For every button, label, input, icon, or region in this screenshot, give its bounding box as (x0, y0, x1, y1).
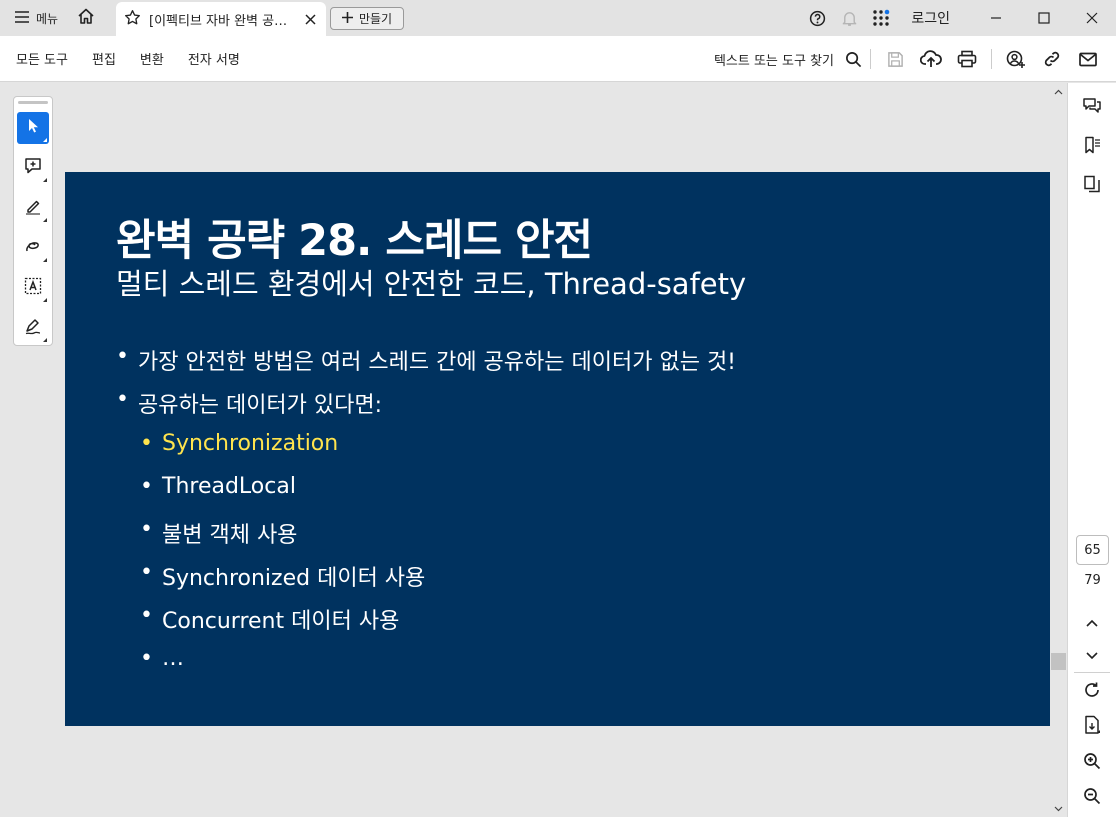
previous-page-button[interactable] (1074, 605, 1110, 637)
scroll-down-arrow-icon[interactable] (1050, 800, 1067, 817)
quick-tools-palette (13, 96, 53, 346)
tab-title: [이펙티브 자바 완벽 공략] 2부... (149, 13, 294, 29)
select-tool-button[interactable] (17, 112, 49, 144)
freehand-draw-icon (24, 237, 42, 259)
title-bar: 메뉴 [이펙티브 자바 완벽 공략] 2부... 만들기 (0, 0, 1116, 36)
zoom-in-icon (1083, 752, 1101, 774)
pen-sign-icon (24, 317, 42, 339)
sign-tool-button[interactable] (17, 312, 49, 344)
menu-button[interactable]: 메뉴 (0, 0, 68, 36)
search-icon[interactable] (842, 36, 864, 82)
notification-bell-icon[interactable] (833, 0, 865, 36)
bookmarks-panel-button[interactable] (1074, 131, 1110, 163)
highlighter-pen-icon (24, 197, 42, 219)
file-export-icon (1083, 715, 1101, 739)
document-scrollbar[interactable] (1050, 83, 1067, 817)
menu-convert[interactable]: 변환 (128, 49, 176, 68)
slide-title: 완벽 공략 28. 스레드 안전 (116, 216, 593, 266)
zoom-out-icon (1083, 787, 1101, 809)
rail-divider (1074, 672, 1110, 673)
create-button[interactable]: 만들기 (330, 7, 404, 30)
share-user-icon[interactable] (998, 36, 1034, 82)
copy-pages-icon (1083, 175, 1101, 197)
pages-panel-button[interactable] (1074, 170, 1110, 202)
slide-subtitle: 멀티 스레드 환경에서 안전한 코드, Thread-safety (116, 267, 747, 301)
bullet-subitem-highlighted: Synchronization (140, 431, 338, 456)
minimize-icon[interactable] (972, 0, 1020, 36)
menu-e-sign[interactable]: 전자 서명 (176, 49, 252, 68)
hamburger-icon (14, 10, 30, 27)
comment-add-icon (24, 157, 42, 179)
login-button[interactable]: 로그인 (897, 8, 972, 28)
home-icon (77, 7, 95, 29)
add-comment-tool-button[interactable] (17, 152, 49, 184)
comments-icon (1082, 97, 1102, 119)
home-button[interactable] (68, 0, 104, 36)
chevron-down-icon (1086, 645, 1098, 664)
bullet-item: 가장 안전한 방법은 여러 스레드 간에 공유하는 데이터가 없는 것! (116, 344, 736, 376)
document-tab[interactable]: [이펙티브 자바 완벽 공략] 2부... (116, 2, 326, 36)
menu-label: 메뉴 (36, 11, 59, 26)
tab-close-icon[interactable] (302, 11, 318, 27)
text-box-icon (24, 277, 42, 299)
star-icon[interactable] (124, 9, 141, 30)
menu-edit[interactable]: 편집 (80, 49, 128, 68)
highlight-tool-button[interactable] (17, 192, 49, 224)
bullet-subitem: … (140, 646, 184, 671)
main-toolbar: 모든 도구 편집 변환 전자 서명 텍스트 또는 도구 찾기 (0, 36, 1116, 82)
bullet-subitem: ThreadLocal (140, 474, 296, 499)
export-page-button[interactable] (1074, 711, 1110, 743)
email-icon[interactable] (1070, 36, 1106, 82)
bullet-subitem: Synchronized 데이터 사용 (140, 560, 425, 592)
text-recognize-tool-button[interactable] (17, 272, 49, 304)
scroll-up-arrow-icon[interactable] (1050, 83, 1067, 100)
zoom-out-button[interactable] (1074, 782, 1110, 814)
create-button-label: 만들기 (358, 12, 393, 26)
menu-all-tools[interactable]: 모든 도구 (0, 49, 80, 68)
right-side-panel: 65 79 (1067, 83, 1116, 817)
current-page-input[interactable]: 65 (1076, 535, 1109, 565)
bullet-item: 공유하는 데이터가 있다면: (116, 387, 382, 419)
rotate-button[interactable] (1074, 676, 1110, 708)
plus-icon (341, 11, 353, 26)
toolbar-divider (991, 49, 992, 69)
scrollbar-thumb[interactable] (1051, 653, 1066, 670)
bullet-subitem: 불변 객체 사용 (140, 517, 298, 549)
cursor-arrow-icon (26, 118, 40, 138)
palette-drag-handle[interactable] (18, 101, 48, 104)
help-icon[interactable] (801, 0, 833, 36)
next-page-button[interactable] (1074, 638, 1110, 670)
cloud-upload-icon[interactable] (913, 36, 949, 82)
maximize-icon[interactable] (1020, 0, 1068, 36)
zoom-in-button[interactable] (1074, 747, 1110, 779)
chevron-up-icon (1086, 612, 1098, 631)
slide-page: 완벽 공략 28. 스레드 안전 멀티 스레드 환경에서 안전한 코드, Thr… (65, 172, 1050, 726)
save-icon[interactable] (877, 36, 913, 82)
rotate-icon (1083, 681, 1101, 703)
draw-tool-button[interactable] (17, 232, 49, 264)
apps-grid-icon[interactable] (865, 0, 897, 36)
comments-panel-button[interactable] (1074, 92, 1110, 124)
print-icon[interactable] (949, 36, 985, 82)
close-window-icon[interactable] (1068, 0, 1116, 36)
link-icon[interactable] (1034, 36, 1070, 82)
tool-search-label[interactable]: 텍스트 또는 도구 찾기 (714, 50, 834, 69)
toolbar-divider (870, 49, 871, 69)
total-pages: 79 (1084, 573, 1101, 588)
bullet-subitem: Concurrent 데이터 사용 (140, 603, 399, 635)
bookmark-icon (1083, 136, 1101, 158)
